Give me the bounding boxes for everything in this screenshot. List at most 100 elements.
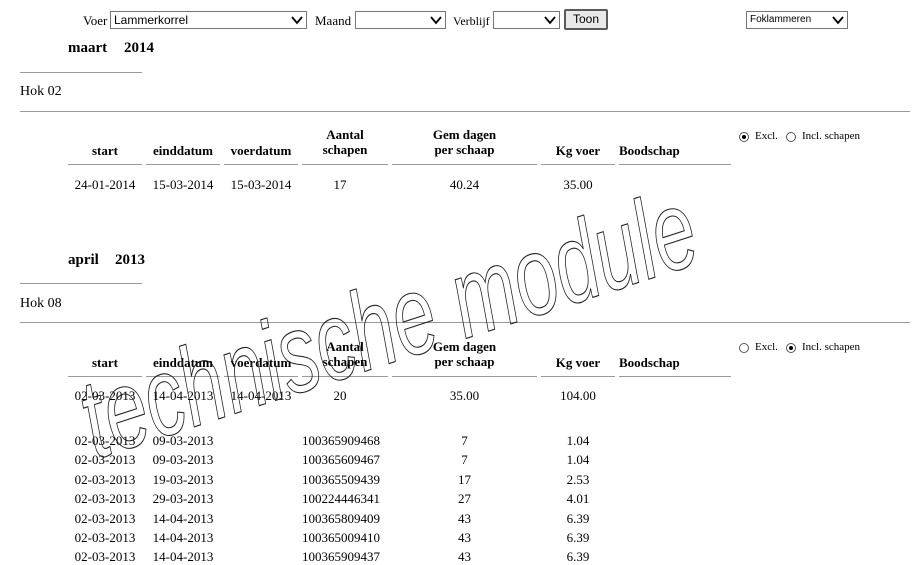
cell-einddatum: 09-03-2013 xyxy=(152,452,214,467)
cell-dagen: 7 xyxy=(461,452,468,467)
incl-radio-label: Incl. schapen xyxy=(802,341,861,353)
divider xyxy=(20,72,142,73)
chevron-down-icon xyxy=(291,16,303,25)
header-underline xyxy=(392,164,537,165)
col-kg-voer: Kg voer xyxy=(555,355,601,370)
cell-start: 02-03-2013 xyxy=(74,491,136,506)
col-einddatum: einddatum xyxy=(153,143,213,158)
cell-einddatum: 29-03-2013 xyxy=(152,491,214,506)
header-underline xyxy=(302,164,388,165)
cell-aantal: 17 xyxy=(333,177,347,192)
chevron-down-icon xyxy=(544,16,556,25)
col-gem-line2: per schaap xyxy=(434,142,495,157)
incl-radio[interactable] xyxy=(786,132,796,142)
maand-label: Maand xyxy=(315,13,352,28)
section1-month: maart xyxy=(68,40,108,56)
cell-kg: 35.00 xyxy=(563,177,593,192)
cell-einddatum: 19-03-2013 xyxy=(152,472,214,487)
divider xyxy=(20,111,910,112)
col-start: start xyxy=(92,143,118,158)
cell-voerdatum: 15-03-2014 xyxy=(230,177,292,192)
cell-start: 02-03-2013 xyxy=(74,452,136,467)
divider xyxy=(20,283,142,284)
section2-hok: Hok 08 xyxy=(20,296,62,311)
divider xyxy=(20,322,910,323)
cell-kg: 104.00 xyxy=(560,388,596,403)
voer-select[interactable]: Lammerkorrel xyxy=(110,11,307,29)
excl-radio[interactable] xyxy=(739,343,749,353)
verblijf-label: Verblijf xyxy=(453,14,490,28)
cell-start: 02-03-2013 xyxy=(74,530,136,545)
cell-schaap-id: 100224446341 xyxy=(302,491,380,506)
col-gem-dagen: Gem dagen per schaap xyxy=(392,339,537,369)
col-gem-line1: Gem dagen xyxy=(432,127,497,142)
cell-dagen: 7 xyxy=(461,433,468,448)
toon-button[interactable]: Toon xyxy=(564,9,608,30)
cell-dagen: 43 xyxy=(458,511,471,526)
col-einddatum: einddatum xyxy=(153,355,213,370)
col-aantal-line1: Aantal xyxy=(326,127,364,142)
cell-kg: 4.01 xyxy=(566,491,590,506)
header-underline xyxy=(146,376,220,377)
chevron-down-icon xyxy=(430,16,442,25)
header-underline xyxy=(224,164,298,165)
col-aantal-line2: schapen xyxy=(322,354,368,369)
cell-einddatum: 15-03-2014 xyxy=(152,177,214,192)
cell-dagen: 43 xyxy=(458,530,471,545)
cell-start: 24-01-2014 xyxy=(74,177,136,192)
col-gem-line1: Gem dagen xyxy=(432,339,497,354)
excl-radio[interactable] xyxy=(739,132,749,142)
col-gem-line2: per schaap xyxy=(434,354,495,369)
cell-kg: 2.53 xyxy=(566,472,590,487)
maand-select[interactable] xyxy=(355,11,446,29)
cell-schaap-id: 100365809409 xyxy=(302,511,380,526)
excl-radio-label: Excl. xyxy=(755,341,778,353)
cell-schaap-id: 100365509439 xyxy=(302,472,380,487)
cell-gem-dagen: 35.00 xyxy=(449,388,480,403)
header-underline xyxy=(146,164,220,165)
header-underline xyxy=(541,376,615,377)
section1-hok: Hok 02 xyxy=(20,84,62,99)
section2-year: 2013 xyxy=(115,252,145,268)
cell-start: 02-03-2013 xyxy=(74,511,136,526)
cell-aantal: 20 xyxy=(333,388,347,403)
section1-year: 2014 xyxy=(124,40,154,56)
cell-einddatum: 14-04-2013 xyxy=(152,388,214,403)
col-start: start xyxy=(92,355,118,370)
cell-einddatum: 14-04-2013 xyxy=(152,530,214,545)
col-aantal: Aantal schapen xyxy=(302,127,388,157)
cell-kg: 1.04 xyxy=(566,433,590,448)
header-underline xyxy=(619,376,731,377)
cell-start: 02-03-2013 xyxy=(74,433,136,448)
header-underline xyxy=(224,376,298,377)
incl-radio[interactable] xyxy=(786,343,796,353)
col-kg-voer: Kg voer xyxy=(555,143,601,158)
col-aantal-line1: Aantal xyxy=(326,339,364,354)
cell-schaap-id: 100365909468 xyxy=(302,433,380,448)
col-voerdatum: voerdatum xyxy=(230,355,292,370)
voer-label: Voer xyxy=(83,13,108,28)
cell-start: 02-03-2013 xyxy=(74,388,136,403)
cell-einddatum: 09-03-2013 xyxy=(152,433,214,448)
voer-select-value: Lammerkorrel xyxy=(114,13,189,27)
col-gem-dagen: Gem dagen per schaap xyxy=(392,127,537,157)
header-underline xyxy=(68,164,142,165)
cell-start: 02-03-2013 xyxy=(74,472,136,487)
chevron-down-icon xyxy=(832,16,844,25)
header-underline xyxy=(68,376,142,377)
col-boodschap: Boodschap xyxy=(619,355,680,370)
cell-gem-dagen: 40.24 xyxy=(449,177,480,192)
header-underline xyxy=(392,376,537,377)
category-select[interactable]: Foklammeren xyxy=(746,11,848,29)
header-underline xyxy=(302,376,388,377)
cell-kg: 1.04 xyxy=(566,452,590,467)
cell-schaap-id: 100365609467 xyxy=(302,452,380,467)
cell-kg: 6.39 xyxy=(566,530,590,545)
verblijf-select[interactable] xyxy=(493,11,560,29)
cell-dagen: 17 xyxy=(458,472,471,487)
cell-kg: 6.39 xyxy=(566,511,590,526)
cell-dagen: 27 xyxy=(458,491,471,506)
incl-radio-label: Incl. schapen xyxy=(802,130,861,142)
header-underline xyxy=(541,164,615,165)
cell-voerdatum: 14-04-2013 xyxy=(230,388,292,403)
